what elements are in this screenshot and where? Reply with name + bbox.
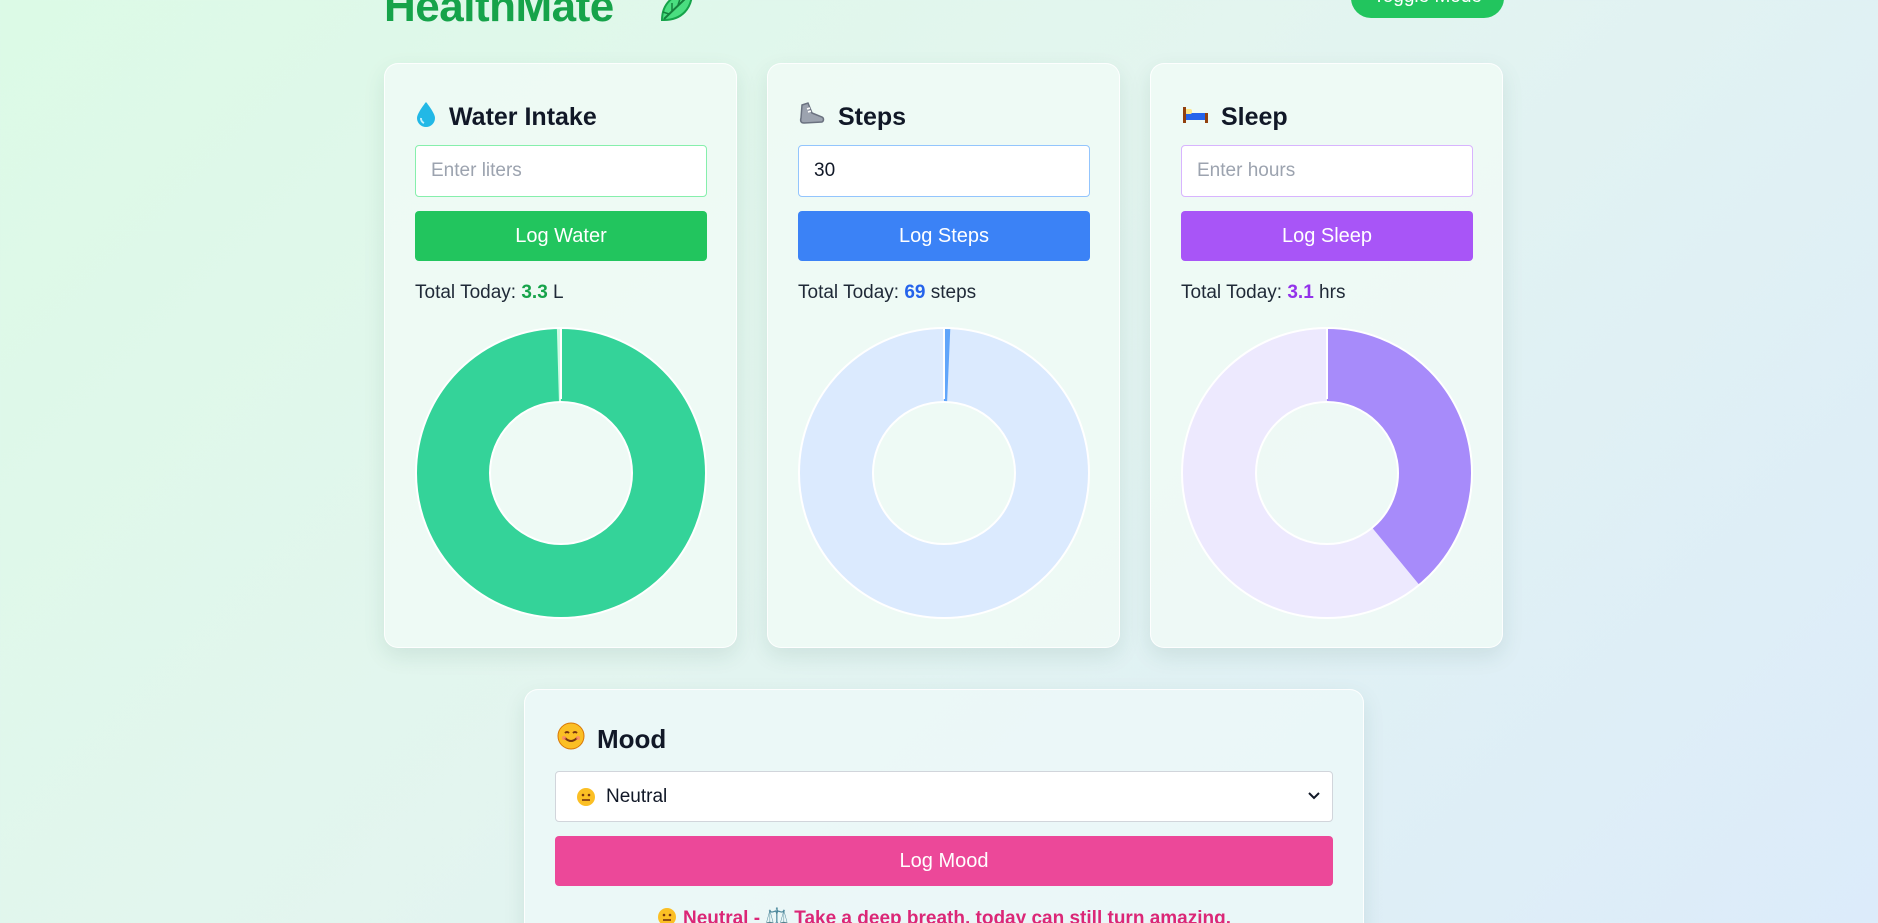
steps-card: Steps Log Steps Total Today: 69 steps xyxy=(767,63,1120,648)
log-sleep-button[interactable]: Log Sleep xyxy=(1181,211,1473,261)
water-title-label: Water Intake xyxy=(449,102,597,131)
steps-total-unit: steps xyxy=(930,282,977,303)
water-total-value: 3.3 xyxy=(521,282,548,303)
mood-message-text: Neutral - ⚖️ Take a deep breath, today c… xyxy=(682,908,1232,923)
steps-input[interactable] xyxy=(798,145,1090,197)
water-card-title: Water Intake xyxy=(415,100,597,134)
sneaker-icon xyxy=(798,101,826,134)
toggle-mode-button[interactable]: Toggle Mode xyxy=(1351,0,1504,18)
log-mood-button[interactable]: Log Mood xyxy=(555,836,1333,886)
sleep-donut-chart xyxy=(1181,327,1473,619)
neutral-face-icon xyxy=(657,907,677,923)
sleep-card-title: Sleep xyxy=(1181,100,1288,134)
steps-total-prefix: Total Today: xyxy=(798,282,900,303)
mood-card-title: Mood xyxy=(557,722,666,757)
mood-title-label: Mood xyxy=(597,724,667,754)
app-title: HealthMate xyxy=(384,0,614,31)
app-header: HealthMate Toggle Mode xyxy=(384,0,1504,31)
steps-card-title: Steps xyxy=(798,100,906,134)
mood-selected-value: Neutral xyxy=(606,785,668,807)
droplet-icon xyxy=(415,100,437,135)
water-card: Water Intake Log Water Total Today: 3.3 … xyxy=(384,63,737,648)
water-donut-chart xyxy=(415,327,707,619)
mood-message: Neutral - ⚖️ Take a deep breath, today c… xyxy=(525,906,1363,923)
bed-icon xyxy=(1181,103,1209,132)
sleep-total-prefix: Total Today: xyxy=(1181,282,1283,303)
steps-donut-chart xyxy=(798,327,1090,619)
steps-total: Total Today: 69 steps xyxy=(798,282,976,304)
leaf-icon xyxy=(656,0,696,29)
sleep-input[interactable] xyxy=(1181,145,1473,197)
steps-total-value: 69 xyxy=(904,282,926,303)
water-total-unit: L xyxy=(553,282,564,303)
sleep-card: Sleep Log Sleep Total Today: 3.1 hrs xyxy=(1150,63,1503,648)
water-total: Total Today: 3.3 L xyxy=(415,282,564,304)
smiling-face-icon xyxy=(557,722,585,757)
water-input[interactable] xyxy=(415,145,707,197)
sleep-total-unit: hrs xyxy=(1319,282,1346,303)
sleep-title-label: Sleep xyxy=(1221,102,1288,131)
mood-select[interactable]: Neutral xyxy=(555,771,1333,822)
log-water-button[interactable]: Log Water xyxy=(415,211,707,261)
steps-title-label: Steps xyxy=(838,102,907,131)
sleep-total-value: 3.1 xyxy=(1287,282,1314,303)
neutral-face-icon xyxy=(576,787,596,807)
chevron-down-icon xyxy=(1306,787,1322,809)
water-total-prefix: Total Today: xyxy=(415,282,517,303)
sleep-total: Total Today: 3.1 hrs xyxy=(1181,282,1345,304)
mood-card: Mood Neutral Log Mood Neutral - ⚖️ Take … xyxy=(524,689,1364,923)
log-steps-button[interactable]: Log Steps xyxy=(798,211,1090,261)
